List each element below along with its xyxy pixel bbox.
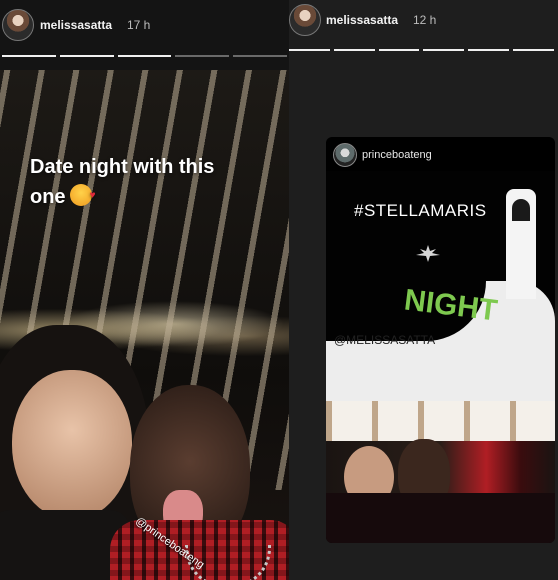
shared-post-card[interactable]: princeboateng #STELLAMARIS NIGHT @MELISS… (326, 137, 555, 543)
crest-logo-icon (416, 245, 440, 262)
story-username[interactable]: melissasatta (40, 18, 112, 32)
story-panel-right[interactable]: melissasatta 12 h princeboateng #STELLAM… (289, 0, 558, 580)
caption-line-2: one (30, 186, 66, 208)
story-progress (289, 49, 554, 51)
story-header: melissasatta 17 h (0, 0, 289, 46)
post-author-name[interactable]: princeboateng (362, 149, 432, 161)
story-panel-left[interactable]: melissasatta 17 h Date night with this o… (0, 0, 289, 580)
shared-post-footer (326, 493, 555, 543)
post-author-avatar[interactable] (333, 143, 357, 167)
person-face (12, 370, 132, 520)
avatar[interactable] (289, 4, 321, 36)
progress-bar-segment[interactable] (289, 49, 330, 51)
progress-bar-segment[interactable] (333, 49, 375, 51)
progress-bar-segment[interactable] (423, 49, 465, 51)
caption-line-1: Date night with this (30, 156, 215, 178)
progress-bar-segment[interactable] (117, 55, 172, 57)
shared-post-image: #STELLAMARIS NIGHT @MELISSASATTA (326, 171, 555, 523)
story-caption: Date night with this one (30, 152, 270, 212)
story-time: 17 h (127, 18, 151, 32)
story-header: melissasatta 12 h (289, 0, 558, 46)
progress-bar-segment[interactable] (175, 55, 230, 57)
progress-bar-segment[interactable] (2, 55, 56, 57)
smiling-hearts-emoji-icon (69, 181, 96, 211)
story-username[interactable]: melissasatta (326, 13, 398, 27)
hashtag-sticker: #STELLAMARIS (354, 201, 487, 220)
shared-post-header: princeboateng (326, 137, 555, 171)
mention-text[interactable]: @MELISSASATTA (334, 333, 435, 347)
progress-bar-segment[interactable] (513, 49, 554, 51)
bell-tower (506, 189, 536, 299)
progress-bar-segment[interactable] (468, 49, 510, 51)
progress-bar-segment[interactable] (233, 55, 287, 57)
progress-bar-segment[interactable] (378, 49, 420, 51)
story-progress (2, 55, 287, 57)
story-photo (0, 70, 289, 580)
story-time: 12 h (413, 13, 437, 27)
progress-bar-segment[interactable] (59, 55, 114, 57)
avatar[interactable] (2, 9, 34, 41)
